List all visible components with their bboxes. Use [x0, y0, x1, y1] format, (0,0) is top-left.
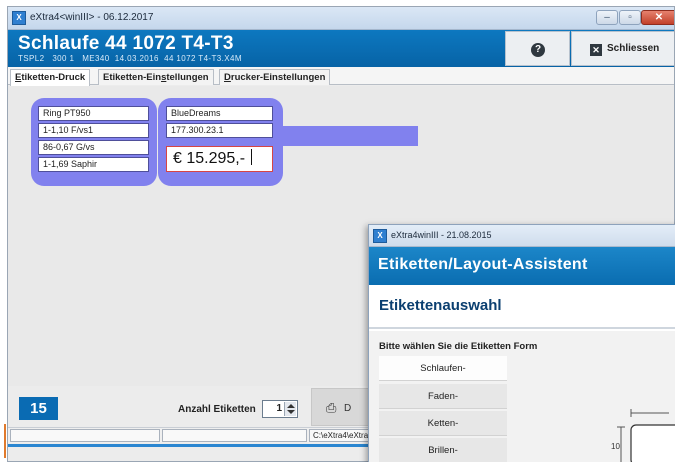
label-line-1[interactable]: Ring PT950: [38, 106, 149, 121]
spinner-icon[interactable]: [284, 402, 296, 416]
document-header: Schlaufe 44 1072 T4-T3 TSPL2 300 1 ME340…: [8, 30, 674, 67]
page-title: Schlaufe 44 1072 T4-T3: [18, 33, 234, 54]
tab-strip: Etiketten-Druck Etiketten-Einstellungen …: [8, 67, 674, 86]
label-line-4[interactable]: 1-1,69 Saphir: [38, 157, 149, 172]
app-icon: X: [12, 11, 26, 25]
assistant-body: Bitte wählen Sie die Etiketten Form Schl…: [369, 331, 675, 462]
assistant-title-bar[interactable]: X eXtra4winIII - 21.08.2015: [369, 225, 675, 247]
close-box-icon: ✕: [590, 44, 602, 56]
label-price-field[interactable]: € 15.295,-: [166, 146, 273, 172]
help-button[interactable]: ?: [505, 31, 570, 66]
schliessen-label: Schliessen: [607, 43, 660, 54]
label-shape-preview: 10: [611, 409, 675, 462]
label-article-field[interactable]: 177.300.23.1: [166, 123, 273, 138]
assistant-section-header: Etikettenauswahl: [369, 285, 675, 329]
tab-etiketten-einstellungen[interactable]: Etiketten-Einstellungen: [98, 69, 214, 85]
assistant-app-icon: X: [373, 229, 387, 243]
tab-drucker-einstellungen-hotkey: D: [224, 72, 231, 83]
anzahl-etiketten-label: Anzahl Etiketten: [178, 404, 256, 415]
status-cell-2: [162, 429, 307, 442]
assistant-header: Etiketten/Layout-Assistent: [369, 247, 675, 285]
tab-drucker-einstellungen[interactable]: Drucker-Einstellungen: [219, 69, 331, 85]
schliessen-button[interactable]: ✕ Schliessen: [571, 31, 674, 66]
window-title: eXtra4<winIII> - 06.12.2017: [30, 12, 154, 23]
help-icon: ?: [531, 43, 545, 57]
orange-marker: [4, 424, 6, 458]
tab-etiketten-druck[interactable]: Etiketten-Druck: [10, 69, 91, 86]
form-option-schlaufen[interactable]: Schlaufen-: [379, 356, 507, 381]
tab-etiketten-einstellungen-label-b: tellungen: [166, 72, 209, 83]
label-line-3[interactable]: 86-0,67 G/vs: [38, 140, 149, 155]
form-option-ketten[interactable]: Ketten-: [379, 411, 507, 436]
section-title: Etikettenauswahl: [379, 297, 502, 314]
label-brand-field[interactable]: BlueDreams: [166, 106, 273, 121]
anzahl-etiketten-stepper[interactable]: 1: [262, 400, 298, 418]
text-cursor: [251, 149, 253, 165]
status-cell-1: [10, 429, 160, 442]
preview-dimension-label: 10: [611, 442, 620, 451]
tab-etiketten-druck-label: tiketten-Druck: [21, 72, 86, 83]
form-option-brillen[interactable]: Brillen-: [379, 438, 507, 462]
form-option-faden[interactable]: Faden-: [379, 384, 507, 409]
price-value: € 15.295,-: [173, 150, 246, 167]
assistant-title: Etiketten/Layout-Assistent: [378, 256, 588, 273]
print-button-label: D: [344, 403, 352, 414]
tab-drucker-einstellungen-label: rucker-Einstellungen: [230, 72, 326, 83]
close-icon[interactable]: ✕: [641, 10, 674, 25]
assistant-window-title: eXtra4winIII - 21.08.2015: [391, 230, 492, 240]
title-bar[interactable]: X eXtra4<winIII> - 06.12.2017 – ▫ ✕: [8, 7, 674, 30]
page-subtitle: TSPL2 300 1 ME340 14.03.2016 44 1072 T4-…: [18, 54, 242, 63]
assistant-window: X eXtra4winIII - 21.08.2015 Etiketten/La…: [368, 224, 675, 462]
printer-icon: ⎙: [326, 401, 337, 416]
minimize-icon[interactable]: –: [596, 10, 618, 25]
label-count-badge: 15: [19, 397, 58, 420]
maximize-icon[interactable]: ▫: [619, 10, 641, 25]
form-prompt: Bitte wählen Sie die Etiketten Form: [379, 341, 538, 352]
label-shape-tab: [278, 126, 418, 146]
print-button[interactable]: ⎙ D: [311, 388, 373, 426]
label-line-2[interactable]: 1-1,10 F/vs1: [38, 123, 149, 138]
anzahl-value: 1: [276, 403, 282, 414]
tab-etiketten-einstellungen-label-a: Etiketten-Ein: [103, 72, 162, 83]
